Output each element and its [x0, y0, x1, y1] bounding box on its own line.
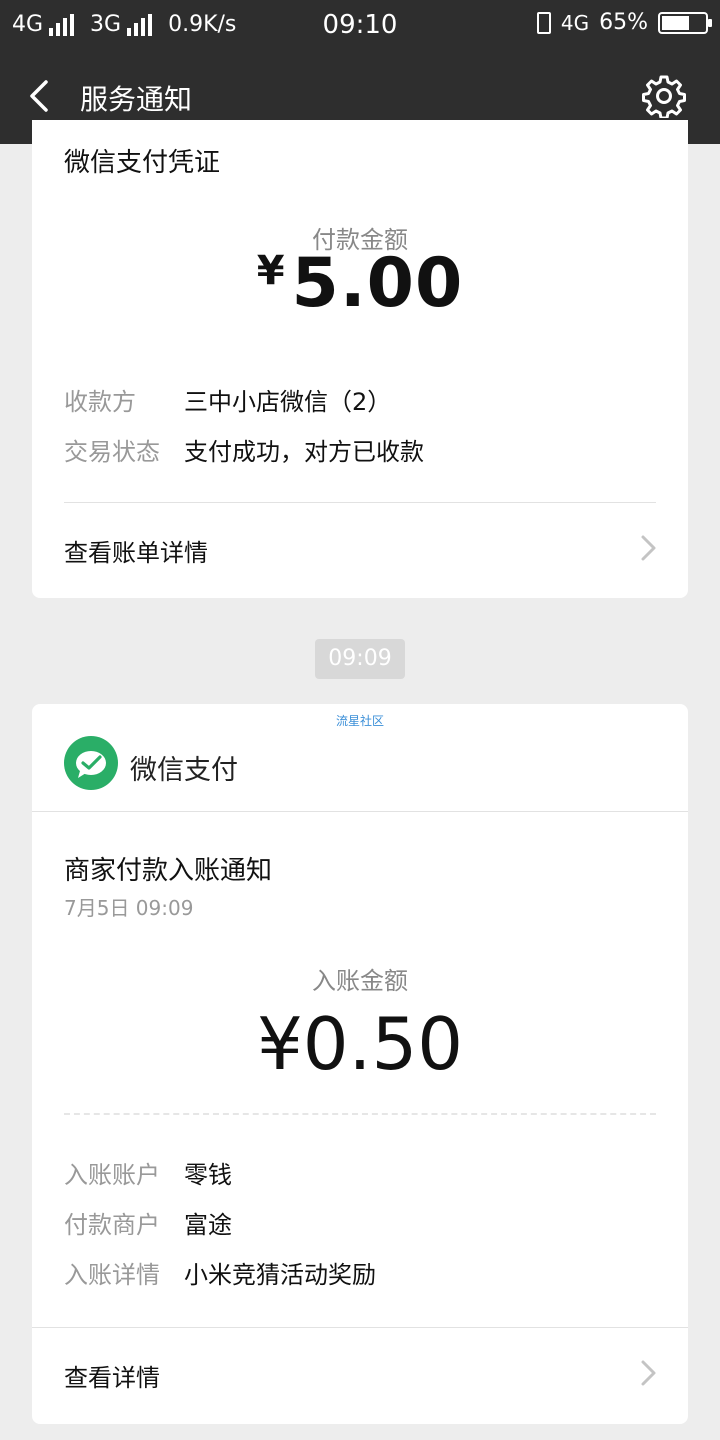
chevron-right-icon	[641, 1360, 656, 1386]
credit-amount: ¥0.50	[256, 1002, 464, 1086]
row-key: 入账账户	[64, 1161, 160, 1189]
payment-amount: ¥5.00	[32, 244, 688, 323]
notice-row-merchant: 付款商户 富途	[64, 1205, 232, 1240]
network-label-3: 4G	[560, 10, 590, 35]
vibrate-icon	[536, 11, 551, 34]
row-value: 零钱	[184, 1161, 232, 1189]
row-key: 收款方	[64, 388, 136, 416]
battery-fill	[662, 15, 690, 30]
wechat-pay-logo-icon	[64, 736, 118, 790]
battery-icon	[658, 11, 712, 34]
payment-receipt-card: 微信支付凭证 付款金额 ¥5.00 收款方 三中小店微信（2） 交易状态 支付成…	[32, 120, 688, 598]
row-value: 支付成功，对方已收款	[184, 438, 424, 466]
receipt-row-status: 交易状态 支付成功，对方已收款	[64, 432, 424, 467]
view-bill-details-link[interactable]: 查看账单详情	[64, 533, 208, 568]
row-key: 入账详情	[64, 1261, 160, 1289]
currency-symbol: ¥	[256, 248, 286, 294]
status-bar: 4G 3G 0.9K/s 09:10 4G 65%	[0, 0, 720, 50]
page-title: 服务通知	[80, 83, 193, 116]
receipt-title: 微信支付凭证	[64, 148, 221, 178]
divider	[32, 1327, 688, 1328]
brand-name: 微信支付	[130, 755, 238, 786]
row-value: 小米竞猜活动奖励	[184, 1261, 376, 1289]
row-key: 交易状态	[64, 438, 160, 466]
divider	[64, 502, 656, 503]
divider	[32, 811, 688, 812]
chevron-right-icon	[641, 535, 656, 561]
notice-row-account: 入账账户 零钱	[64, 1155, 232, 1190]
notice-date: 7月5日 09:09	[64, 896, 194, 920]
payment-amount-value: 5.00	[291, 244, 464, 323]
row-value: 富途	[184, 1211, 232, 1239]
notice-title: 商家付款入账通知	[64, 856, 273, 886]
status-right: 4G 65%	[536, 10, 712, 35]
payment-notice-card: 流星社区 微信支付 商家付款入账通知 7月5日 09:09 入账金额 ¥0.50…	[32, 704, 688, 1424]
notice-row-details: 入账详情 小米竞猜活动奖励	[64, 1255, 376, 1290]
credit-amount-label: 入账金额	[312, 967, 408, 995]
row-value: 三中小店微信（2）	[184, 388, 392, 416]
dashed-divider	[64, 1113, 656, 1115]
message-time-divider: 09:09	[315, 639, 405, 679]
watermark-text: 流星社区	[335, 714, 384, 728]
battery-percent: 65%	[599, 10, 648, 35]
settings-gear-icon[interactable]	[642, 74, 686, 118]
row-key: 付款商户	[64, 1211, 160, 1239]
receipt-row-payee: 收款方 三中小店微信（2）	[64, 382, 391, 417]
view-details-link[interactable]: 查看详情	[64, 1358, 160, 1393]
back-icon[interactable]	[22, 78, 58, 114]
